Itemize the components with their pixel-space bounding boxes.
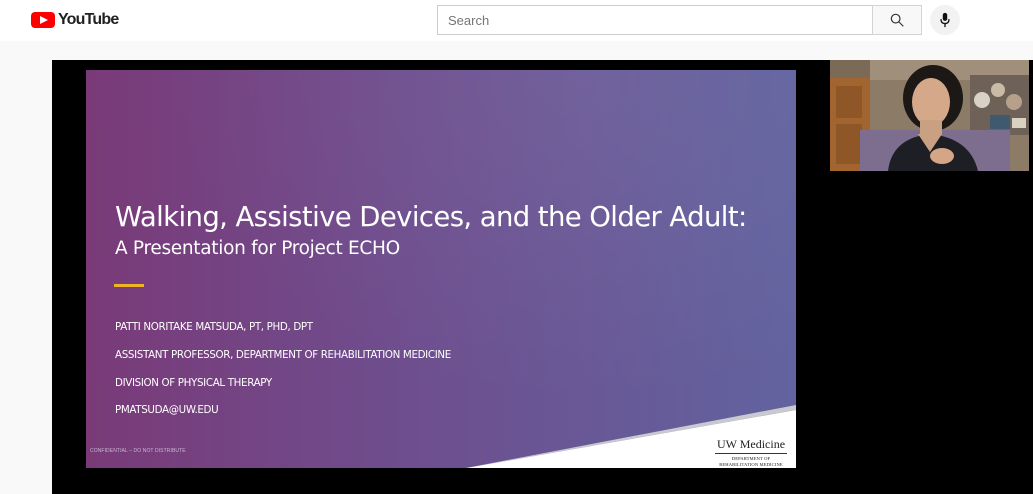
slide-subtitle: A Presentation for Project ECHO [115,238,400,259]
search-icon [890,13,904,27]
voice-search-button[interactable] [930,5,960,35]
search-input[interactable] [437,5,872,35]
webcam-feed [830,60,1029,171]
confidential-note: CONFIDENTIAL – DO NOT DISTRIBUTE [90,448,186,454]
search-bar [437,5,922,35]
uw-medicine-name: UW Medicine [714,437,788,454]
presenter-title: ASSISTANT PROFESSOR, DEPARTMENT OF REHAB… [115,349,451,361]
search-button[interactable] [872,5,922,35]
slide-title: Walking, Assistive Devices, and the Olde… [115,201,747,233]
presenter-webcam [830,60,1029,171]
uw-medicine-dept: DEPARTMENT OF REHABILITATION MEDICINE [719,456,783,467]
uw-medicine-logo: UW Medicine DEPARTMENT OF REHABILITATION… [706,435,796,467]
youtube-logo-icon [31,12,55,28]
video-player[interactable]: Walking, Assistive Devices, and the Olde… [52,60,1033,494]
presentation-slide: Walking, Assistive Devices, and the Olde… [86,70,796,468]
mic-icon [940,12,950,28]
presenter-email: PMATSUDA@UW.EDU [115,404,219,416]
top-bar: YouTube [0,0,1033,41]
logo-text: YouTube [58,11,119,28]
presenter-name: PATTI NORITAKE MATSUDA, PT, PHD, DPT [115,321,313,333]
accent-bar [114,284,144,287]
presenter-division: DIVISION OF PHYSICAL THERAPY [115,377,272,389]
youtube-logo[interactable]: YouTube [31,11,119,29]
